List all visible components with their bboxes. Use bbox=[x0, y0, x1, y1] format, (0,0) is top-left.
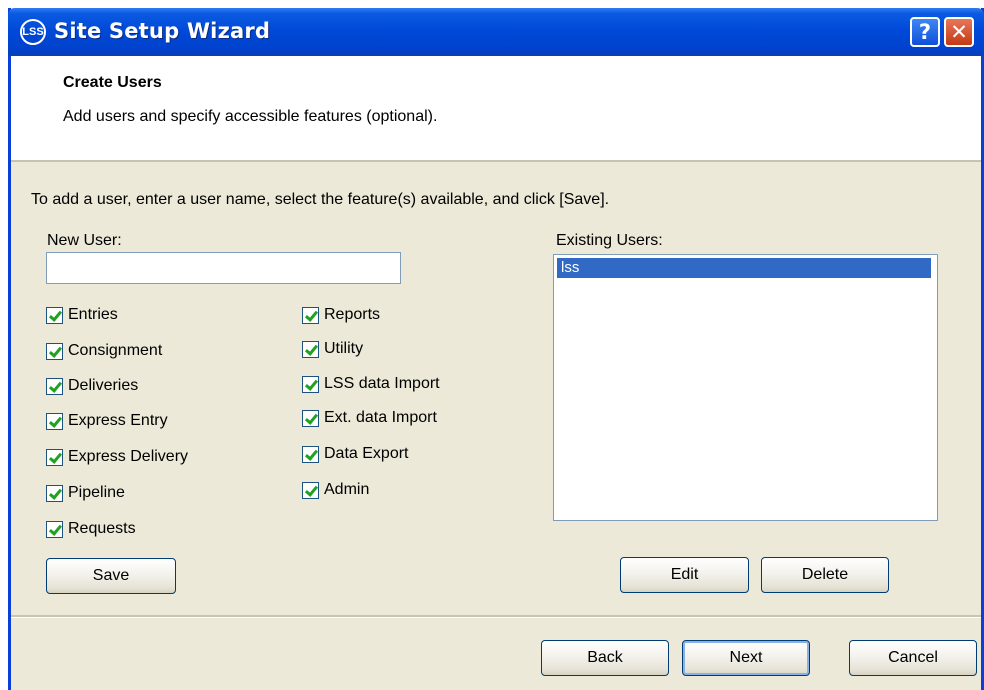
checkmark-icon[interactable] bbox=[302, 375, 319, 393]
checkbox-lss-data-import[interactable]: LSS data Import bbox=[302, 372, 440, 396]
checkmark-icon[interactable] bbox=[302, 445, 319, 463]
window-title: Site Setup Wizard bbox=[54, 19, 271, 43]
checkbox-label: Ext. data Import bbox=[324, 409, 437, 426]
checkmark-icon[interactable] bbox=[302, 409, 319, 427]
page-subtitle: Add users and specify accessible feature… bbox=[63, 108, 438, 125]
new-user-label: New User: bbox=[47, 232, 122, 249]
checkmark-icon[interactable] bbox=[302, 306, 319, 324]
checkbox-consignment[interactable]: Consignment bbox=[46, 339, 162, 363]
checkbox-utility[interactable]: Utility bbox=[302, 337, 363, 361]
checkbox-label: Admin bbox=[324, 481, 370, 498]
wizard-window: LSS Site Setup Wizard ? ✕ Create Users A… bbox=[8, 8, 984, 690]
checkbox-label: Utility bbox=[324, 340, 364, 357]
wizard-header: Create Users Add users and specify acces… bbox=[11, 56, 981, 162]
checkmark-icon[interactable] bbox=[46, 448, 63, 466]
new-user-input[interactable] bbox=[46, 252, 401, 284]
delete-button[interactable]: Delete bbox=[761, 557, 889, 593]
checkbox-data-export[interactable]: Data Export bbox=[302, 442, 408, 466]
checkbox-label: Pipeline bbox=[68, 484, 125, 501]
checkbox-label: Reports bbox=[324, 306, 381, 323]
checkmark-icon[interactable] bbox=[46, 306, 63, 324]
existing-users-label: Existing Users: bbox=[556, 232, 663, 249]
checkmark-icon[interactable] bbox=[302, 340, 319, 358]
next-button[interactable]: Next bbox=[682, 640, 810, 676]
checkmark-icon[interactable] bbox=[302, 481, 319, 499]
title-bar[interactable]: LSS Site Setup Wizard ? ✕ bbox=[8, 8, 984, 56]
save-button[interactable]: Save bbox=[46, 558, 176, 594]
checkbox-pipeline[interactable]: Pipeline bbox=[46, 481, 125, 505]
checkmark-icon[interactable] bbox=[46, 412, 63, 430]
checkbox-express-entry[interactable]: Express Entry bbox=[46, 409, 168, 433]
checkbox-ext-data-import[interactable]: Ext. data Import bbox=[302, 406, 437, 430]
edit-button[interactable]: Edit bbox=[620, 557, 749, 593]
checkmark-icon[interactable] bbox=[46, 377, 63, 395]
checkmark-icon[interactable] bbox=[46, 342, 63, 360]
footer-divider bbox=[11, 615, 981, 618]
instruction-text: To add a user, enter a user name, select… bbox=[31, 191, 610, 208]
checkbox-reports[interactable]: Reports bbox=[302, 303, 380, 327]
checkbox-label: Express Delivery bbox=[68, 448, 189, 465]
list-item[interactable]: lss bbox=[557, 258, 931, 278]
help-button[interactable]: ? bbox=[910, 17, 940, 47]
checkbox-label: Data Export bbox=[324, 445, 409, 462]
checkbox-label: Deliveries bbox=[68, 377, 139, 394]
checkbox-label: Consignment bbox=[68, 342, 163, 359]
checkbox-label: Express Entry bbox=[68, 412, 168, 429]
page-title: Create Users bbox=[63, 74, 162, 91]
checkbox-entries[interactable]: Entries bbox=[46, 303, 118, 327]
checkbox-admin[interactable]: Admin bbox=[302, 478, 369, 502]
checkbox-express-delivery[interactable]: Express Delivery bbox=[46, 445, 188, 469]
existing-users-list[interactable]: lss bbox=[553, 254, 938, 521]
app-logo-icon: LSS bbox=[20, 19, 46, 45]
checkbox-label: Entries bbox=[68, 306, 118, 323]
checkbox-deliveries[interactable]: Deliveries bbox=[46, 374, 138, 398]
checkbox-label: Requests bbox=[68, 520, 136, 537]
checkbox-requests[interactable]: Requests bbox=[46, 517, 136, 541]
checkbox-label: LSS data Import bbox=[324, 375, 440, 392]
back-button[interactable]: Back bbox=[541, 640, 669, 676]
cancel-button[interactable]: Cancel bbox=[849, 640, 977, 676]
close-button[interactable]: ✕ bbox=[944, 17, 974, 47]
checkmark-icon[interactable] bbox=[46, 484, 63, 502]
checkmark-icon[interactable] bbox=[46, 520, 63, 538]
